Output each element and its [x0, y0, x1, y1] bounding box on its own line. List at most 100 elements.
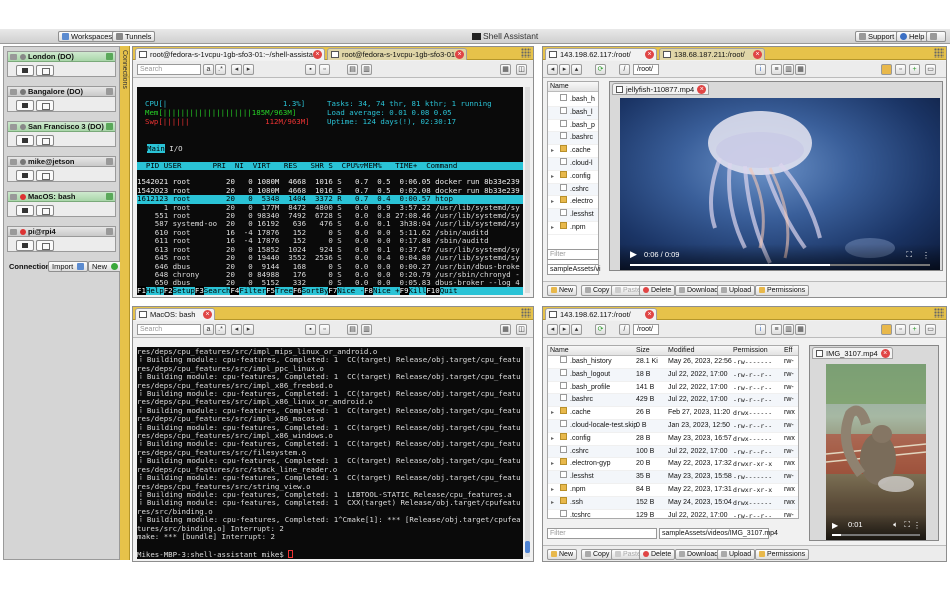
fkey-f8[interactable]: F8 [364, 285, 373, 295]
tab-sftp-143[interactable]: 143.198.62.117:/root/× [545, 308, 657, 320]
file-row[interactable]: ▸ .electro [548, 196, 598, 210]
drag-handle[interactable] [521, 308, 531, 318]
download-icon[interactable]: ▤ [347, 64, 358, 75]
copy-button[interactable]: Copy [581, 549, 614, 560]
file-row[interactable]: .bash_history 28.1 Ki May 26, 2023, 22:56-… [548, 356, 798, 369]
close-icon[interactable]: × [313, 50, 322, 59]
drag-handle[interactable] [521, 48, 531, 58]
view-columns-icon[interactable]: ▥ [783, 324, 794, 335]
new-button[interactable]: New [547, 549, 578, 560]
edit-icon[interactable] [106, 53, 113, 60]
font-size-button[interactable]: ▪ [305, 324, 316, 335]
drag-handle[interactable] [934, 48, 944, 58]
search-input[interactable]: Search [137, 64, 201, 75]
expand-icon[interactable]: ▸ [551, 484, 554, 497]
open-files-button[interactable] [36, 170, 54, 181]
file-row[interactable]: .cshrc [548, 183, 598, 197]
view-list-icon[interactable]: ≡ [771, 64, 782, 75]
forward-button[interactable]: ▸ [559, 64, 570, 75]
open-terminal-button[interactable] [16, 240, 34, 251]
expand-icon[interactable]: ▸ [551, 458, 554, 471]
tab-root-home[interactable]: root@fedora-s-1vcpu-1gb-sfo3-01:~ × [327, 48, 467, 60]
regex-toggle[interactable]: .* [215, 324, 226, 335]
htop-function-keys[interactable]: F1HelpF2SetupF3SearchF4FilterF5TreeF6Sor… [137, 285, 523, 295]
file-row[interactable]: ▸ .config [548, 170, 598, 184]
fkey-f10[interactable]: F10 [426, 285, 440, 295]
next-match-button[interactable]: ▸ [243, 324, 254, 335]
squirrel-video[interactable]: ▶ 0:01 🔈︎ ⛶ ⋮ [826, 364, 926, 540]
fkey-f6[interactable]: F6 [292, 285, 302, 295]
add-icon[interactable]: + [909, 324, 920, 335]
expand-icon[interactable]: ▸ [551, 497, 554, 510]
back-button[interactable]: ◂ [547, 64, 558, 75]
search-input[interactable]: Search [137, 324, 201, 335]
regex-toggle[interactable]: .* [215, 64, 226, 75]
preview-icon[interactable]: ▭ [925, 64, 936, 75]
save-icon[interactable]: ▥ [361, 324, 372, 335]
permissions-button[interactable]: Permissions [755, 549, 810, 560]
keyboard-icon[interactable]: ▦ [500, 64, 511, 75]
connection-card[interactable]: mike@jetson [7, 156, 116, 182]
close-icon[interactable]: × [203, 310, 212, 319]
fkey-f7[interactable]: F7 [328, 285, 338, 295]
connection-card[interactable]: MacOS: bash [7, 191, 116, 217]
expand-icon[interactable]: ▸ [551, 171, 554, 184]
htop-tab-io[interactable]: I/O [169, 144, 182, 153]
next-match-button[interactable]: ▸ [243, 64, 254, 75]
up-button[interactable]: ▴ [571, 324, 582, 335]
import-button[interactable]: Import [48, 261, 89, 272]
file-row[interactable]: ▸ .config 28 B May 23, 2023, 16:57 drwx-----… [548, 432, 798, 446]
video-progress-track[interactable] [832, 534, 920, 536]
up-button[interactable]: ▴ [571, 64, 582, 75]
filter-input[interactable]: Filter [547, 249, 599, 260]
path-field[interactable]: /root/ [633, 64, 659, 75]
file-list[interactable]: Name .bash_h .bash_l .bash_p .bashrc ▸ .cache… [547, 81, 599, 267]
file-row[interactable]: .cshrc 100 B Jul 22, 2022, 17:00 -rw-r--r--… [548, 445, 798, 459]
file-row[interactable]: .bash_p [548, 119, 598, 133]
file-row[interactable]: .bash_l [548, 106, 598, 120]
expand-icon[interactable]: ▸ [551, 407, 554, 420]
path-field[interactable]: /root/ [633, 324, 659, 335]
fkey-f1[interactable]: F1 [137, 285, 146, 295]
preview-icon[interactable]: ▭ [925, 324, 936, 335]
edit-icon[interactable] [106, 193, 113, 200]
preview-tab[interactable]: jellyfish-110877.mp4 × [612, 83, 710, 95]
refresh-icon[interactable]: ⟳ [595, 64, 606, 75]
column-size[interactable]: Size [636, 346, 650, 356]
download-icon[interactable]: ▤ [347, 324, 358, 335]
edit-icon[interactable] [106, 158, 113, 165]
scrollbar-thumb[interactable] [525, 541, 530, 553]
edit-icon[interactable] [106, 228, 113, 235]
edit-icon[interactable] [106, 88, 113, 95]
open-files-button[interactable] [36, 205, 54, 216]
clear-button[interactable]: ▫ [319, 64, 330, 75]
font-size-button[interactable]: ▪ [305, 64, 316, 75]
upload-button[interactable]: Upload [717, 285, 756, 296]
save-icon[interactable]: ▥ [361, 64, 372, 75]
info-icon[interactable]: i [755, 324, 766, 335]
file-row[interactable]: ▸ .npm 84 B May 22, 2023, 17:31 drwxr-xr-x rw… [548, 483, 798, 497]
file-row[interactable]: .cloud-locale-test.skip 0 B Jan 23, 2023, … [548, 419, 798, 433]
filter-input[interactable]: Filter [547, 528, 657, 539]
delete-button[interactable]: Delete [639, 549, 676, 560]
drag-handle[interactable] [934, 308, 944, 318]
permissions-button[interactable]: Permissions [755, 285, 810, 296]
open-terminal-button[interactable] [16, 205, 34, 216]
workspaces-button[interactable]: Workspaces [58, 31, 117, 42]
add-icon[interactable]: + [909, 64, 920, 75]
bash-terminal[interactable]: res/deps/cpu_features/src/impl_mips_linu… [137, 347, 523, 559]
new-folder-icon[interactable] [881, 324, 892, 335]
layout-toggle-button[interactable] [926, 31, 946, 42]
forward-button[interactable]: ▸ [559, 324, 570, 335]
open-terminal-button[interactable] [16, 65, 34, 76]
root-button[interactable]: / [619, 64, 630, 75]
close-icon[interactable]: × [697, 85, 707, 94]
file-row[interactable]: .bash_profile 141 B Jul 22, 2022, 17:00 -rw… [548, 381, 798, 395]
view-columns-icon[interactable]: ▥ [783, 64, 794, 75]
expand-icon[interactable]: ▸ [551, 145, 554, 158]
match-case-toggle[interactable]: a [203, 324, 214, 335]
close-icon[interactable]: × [645, 50, 654, 59]
split-icon[interactable]: ◫ [516, 324, 527, 335]
htop-process-list[interactable]: 1542021 root 20 0 1080M 4668 1016 S 0.7 … [137, 178, 523, 295]
clear-button[interactable]: ▫ [319, 324, 330, 335]
